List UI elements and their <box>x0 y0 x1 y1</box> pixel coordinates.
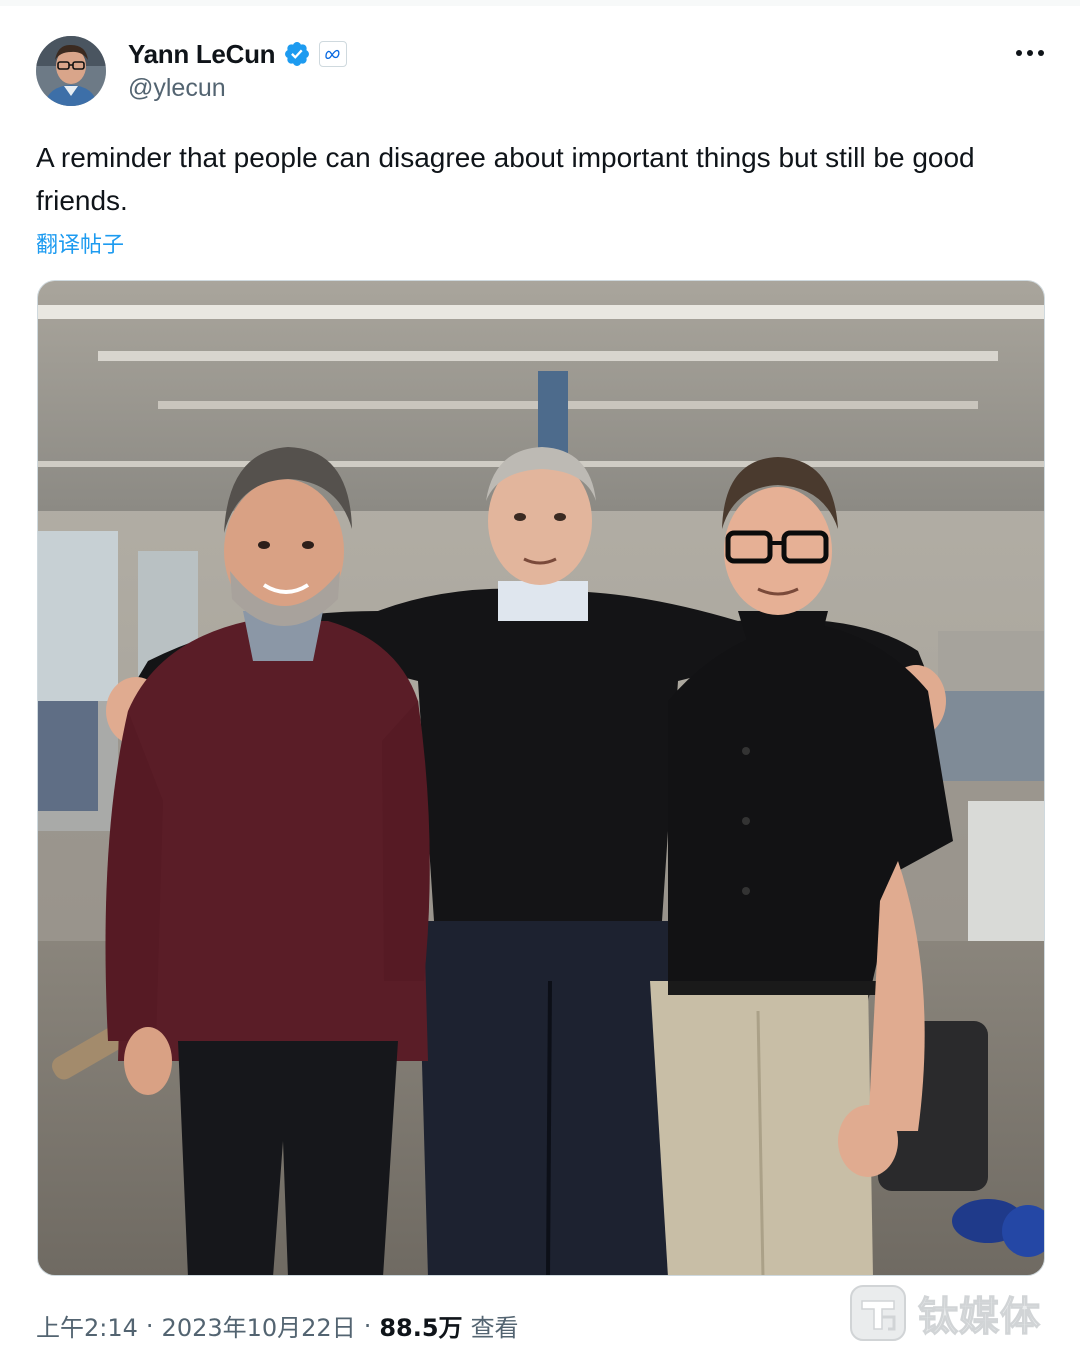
avatar-image <box>36 36 106 106</box>
tweet-meta: 上午2:14 · 2023年10月22日 · 88.5万 查看 <box>36 1308 519 1343</box>
meta-affiliation-icon[interactable] <box>319 41 348 67</box>
author-name-row: Yann LeCun <box>128 36 348 72</box>
tweet-photo[interactable] <box>37 280 1045 1276</box>
tmtpost-watermark: 钛媒体 <box>848 1280 1041 1346</box>
watermark-text: 钛媒体 <box>917 1293 1041 1340</box>
post-time[interactable]: 上午2:14 <box>36 1308 138 1343</box>
more-dot <box>1038 50 1044 56</box>
author-handle[interactable]: @ylecun <box>128 74 226 103</box>
author-display-name[interactable]: Yann LeCun <box>128 39 276 70</box>
more-options-icon[interactable] <box>1010 38 1050 68</box>
more-dot <box>1027 50 1033 56</box>
views-count: 88.5万 <box>379 1314 463 1342</box>
meta-separator: · <box>363 1311 372 1340</box>
post-date[interactable]: 2023年10月22日 <box>162 1308 356 1343</box>
views-label: 查看 <box>470 1314 519 1342</box>
tweet-text: A reminder that people can disagree abou… <box>36 142 975 216</box>
photo-image <box>38 281 1044 1275</box>
meta-separator: · <box>145 1311 154 1340</box>
more-dot <box>1016 50 1022 56</box>
verified-badge-icon[interactable] <box>283 40 311 68</box>
tmtpost-logo-icon <box>850 1285 906 1341</box>
translate-post-link[interactable]: 翻译帖子 <box>36 227 124 259</box>
author-avatar[interactable] <box>36 36 106 106</box>
